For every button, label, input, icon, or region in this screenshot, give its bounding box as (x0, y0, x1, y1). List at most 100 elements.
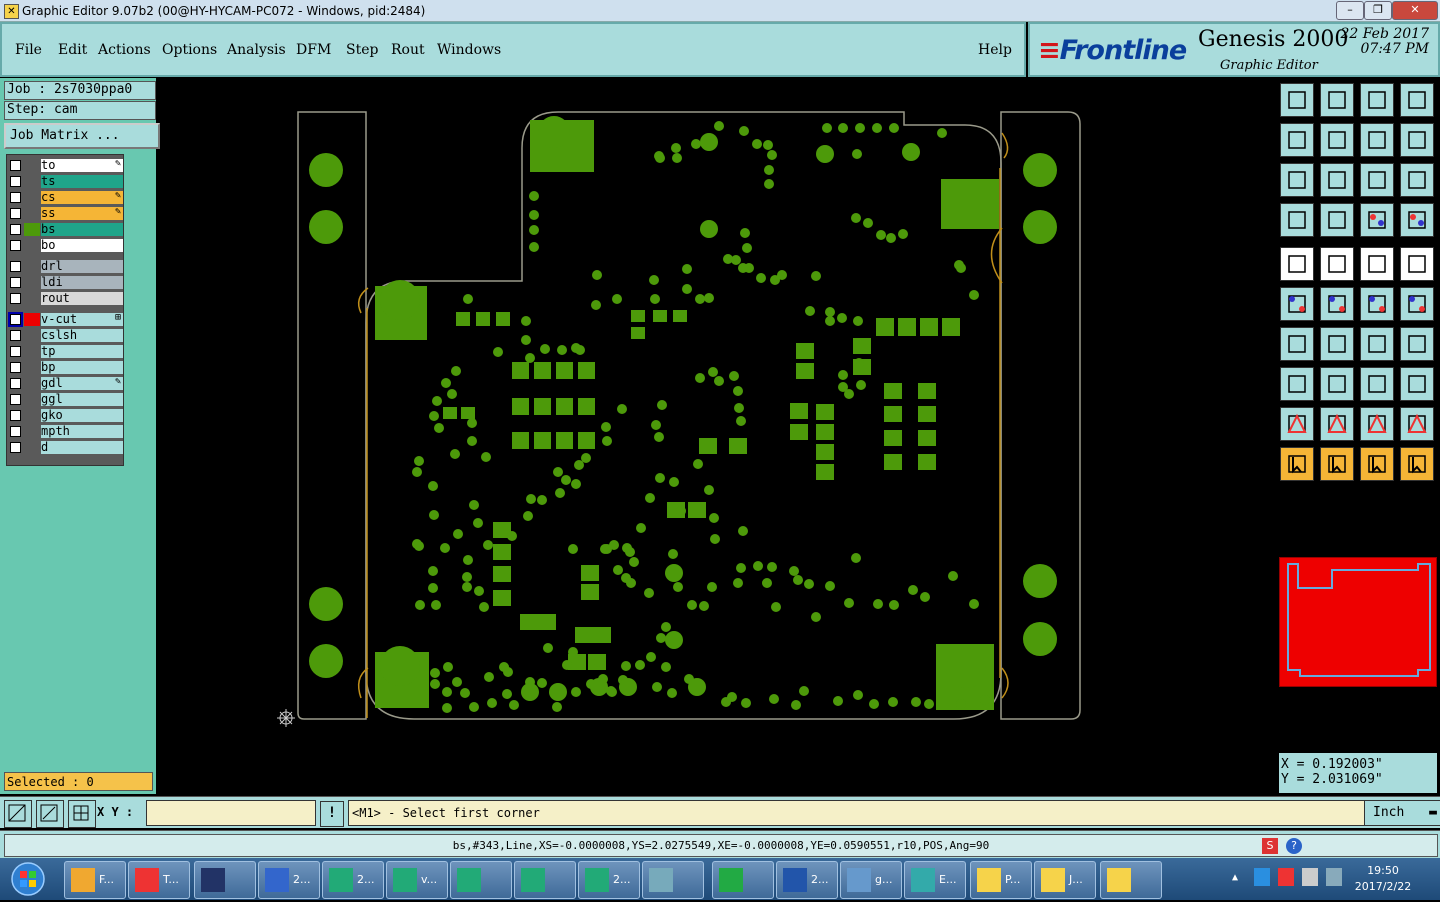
triangle-c-icon[interactable] (1360, 407, 1394, 441)
pointer-icon[interactable] (1280, 447, 1314, 481)
layer-checkbox[interactable] (10, 346, 21, 357)
layer-row-ts[interactable]: ts (7, 174, 125, 189)
layer-row-tp[interactable]: tp (7, 344, 125, 359)
layer-checkbox[interactable] (10, 362, 21, 373)
unit-select[interactable]: Inch ▬ (1364, 800, 1440, 826)
layer-checkbox[interactable] (10, 442, 21, 453)
menu-help[interactable]: Help (978, 42, 1012, 58)
layer-row-ss[interactable]: ss ✎ (7, 206, 125, 221)
layer-checkbox[interactable] (8, 312, 23, 327)
save-icon[interactable] (1320, 83, 1354, 117)
home-icon[interactable] (1360, 83, 1394, 117)
triangle-a-icon[interactable] (1280, 407, 1314, 441)
zoom-area-icon[interactable] (4, 800, 32, 828)
menu-options[interactable]: Options (162, 42, 217, 58)
layer-name[interactable]: d (41, 441, 123, 454)
layer-name[interactable]: v-cut (41, 313, 123, 326)
layer-checkbox[interactable] (10, 394, 21, 405)
taskbar-item[interactable]: T... (128, 861, 190, 899)
pointer-circle-icon[interactable] (1360, 447, 1394, 481)
layer-name[interactable]: ts (41, 175, 123, 188)
layer-view-icon[interactable] (1360, 203, 1394, 237)
layer-checkbox[interactable] (10, 330, 21, 341)
alert-icon[interactable]: ! (320, 801, 344, 827)
layer-red-icon[interactable] (1400, 203, 1434, 237)
layer-name[interactable]: mpth (41, 425, 123, 438)
taskbar-item[interactable]: E... (904, 861, 966, 899)
move-point-icon[interactable] (1400, 287, 1434, 321)
clock[interactable]: 19:50 2017/2/22 (1348, 863, 1418, 895)
layer-row-bp[interactable]: bp (7, 360, 125, 375)
menu-windows[interactable]: Windows (437, 42, 501, 58)
triangle-d-icon[interactable] (1400, 407, 1434, 441)
taskbar-item[interactable]: 2... (322, 861, 384, 899)
layer-row-cslsh[interactable]: cslsh (7, 328, 125, 343)
undo-zoom-icon[interactable] (1360, 123, 1394, 157)
menu-dfm[interactable]: DFM (296, 42, 331, 58)
connect-icon[interactable] (1360, 287, 1394, 321)
layer-checkbox[interactable] (10, 378, 21, 389)
layer-checkbox[interactable] (10, 426, 21, 437)
taskbar-item[interactable]: F... (64, 861, 126, 899)
overview-minimap[interactable] (1279, 557, 1437, 687)
layer-row-ggl[interactable]: ggl (7, 392, 125, 407)
layer-name[interactable]: gdl (41, 377, 123, 390)
layer-name[interactable]: cslsh (41, 329, 123, 342)
layer-name[interactable]: ldi (41, 276, 123, 289)
help-icon[interactable]: ? (1286, 838, 1302, 854)
menu-file[interactable]: File (15, 42, 42, 58)
start-button[interactable] (2, 860, 52, 898)
arc-icon[interactable] (1360, 327, 1394, 361)
taskbar-item[interactable]: J... (1034, 861, 1096, 899)
layer-name[interactable]: drl (41, 260, 123, 273)
line-icon[interactable] (1280, 327, 1314, 361)
layer-row-rout[interactable]: rout (7, 291, 125, 306)
layer-row-gdl[interactable]: gdl ✎ (7, 376, 125, 391)
measure-ruler-icon[interactable] (1360, 247, 1394, 281)
tray-volume-icon[interactable] (1302, 868, 1318, 886)
grid-icon[interactable] (68, 800, 96, 828)
layer-checkbox[interactable] (10, 293, 21, 304)
tray-flag-icon[interactable] (1278, 868, 1294, 886)
layer-name[interactable]: bo (41, 239, 123, 252)
job-matrix-button[interactable]: Job Matrix ... (4, 123, 160, 149)
layer-row-drl[interactable]: drl (7, 259, 125, 274)
slash-icon[interactable] (1320, 327, 1354, 361)
layer-row-d[interactable]: d (7, 440, 125, 455)
layer-checkbox[interactable] (10, 224, 21, 235)
layer-name[interactable]: cs (41, 191, 123, 204)
cross-icon[interactable] (1320, 287, 1354, 321)
ratio-icon[interactable] (1360, 163, 1394, 197)
taskbar-item[interactable]: 2... (578, 861, 640, 899)
layer-name[interactable]: bp (41, 361, 123, 374)
layer-checkbox[interactable] (10, 277, 21, 288)
tray-network-icon[interactable] (1326, 868, 1342, 886)
taskbar-item[interactable] (514, 861, 576, 899)
taskbar-item[interactable]: P... (970, 861, 1032, 899)
taskbar-item[interactable] (194, 861, 256, 899)
layer-row-bo[interactable]: bo (7, 238, 125, 253)
layer-row-ldi[interactable]: ldi (7, 275, 125, 290)
menu-rout[interactable]: Rout (391, 42, 425, 58)
layer-name[interactable]: ss (41, 207, 123, 220)
layer-name[interactable]: to (41, 159, 123, 172)
zoom-left-icon[interactable] (1280, 123, 1314, 157)
pad-icon[interactable] (1280, 247, 1314, 281)
pcb-canvas[interactable] (156, 78, 1277, 794)
center-line-icon[interactable] (1320, 367, 1354, 401)
layer-checkbox[interactable] (10, 208, 21, 219)
taskbar-item[interactable] (712, 861, 774, 899)
layer-checkbox[interactable] (10, 192, 21, 203)
taskbar-item[interactable] (642, 861, 704, 899)
redraw-icon[interactable] (1400, 123, 1434, 157)
layer-row-gko[interactable]: gko (7, 408, 125, 423)
taskbar-item[interactable]: g... (840, 861, 902, 899)
tool-config-icon[interactable] (1280, 203, 1314, 237)
snap-point-icon[interactable] (1280, 367, 1314, 401)
minimize-button[interactable]: – (1336, 1, 1364, 20)
measure-icon[interactable] (36, 800, 64, 828)
nodes-icon[interactable] (1280, 287, 1314, 321)
mirror-icon[interactable] (1360, 367, 1394, 401)
layer-name[interactable]: gko (41, 409, 123, 422)
window-icon[interactable] (1400, 83, 1434, 117)
